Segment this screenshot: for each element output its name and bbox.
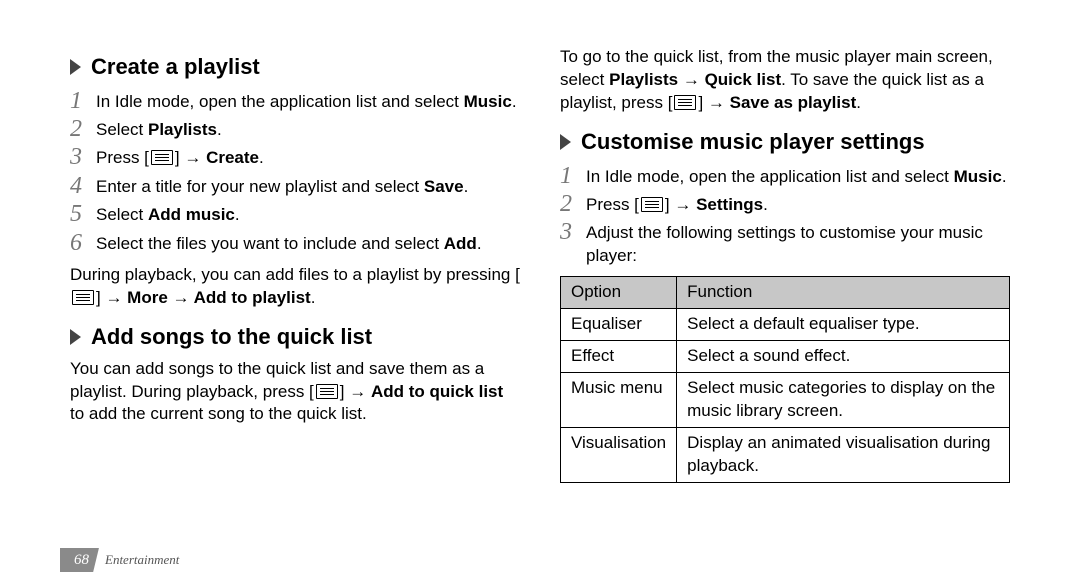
- chevron-right-icon: [560, 134, 571, 150]
- step-number: 2: [560, 191, 586, 217]
- step-body: Select Playlists.: [96, 116, 520, 142]
- table-row: Visualisation Display an animated visual…: [561, 427, 1010, 482]
- table-row: Equaliser Select a default equaliser typ…: [561, 309, 1010, 341]
- heading-text: Customise music player settings: [581, 127, 925, 157]
- left-column: Create a playlist 1 In Idle mode, open t…: [60, 40, 530, 576]
- section-name: Entertainment: [105, 551, 179, 569]
- paragraph-add-during-playback: During playback, you can add files to a …: [70, 264, 520, 310]
- step-body: Press [] → Settings.: [586, 191, 1010, 217]
- table-row: Music menu Select music categories to di…: [561, 372, 1010, 427]
- menu-icon: [151, 150, 173, 165]
- step-body: Enter a title for your new playlist and …: [96, 173, 520, 199]
- table-header-function: Function: [677, 277, 1010, 309]
- cell-option: Effect: [561, 341, 677, 373]
- step: 4 Enter a title for your new playlist an…: [70, 173, 520, 199]
- paragraph-quick-list: You can add songs to the quick list and …: [70, 358, 520, 427]
- cell-function: Select music categories to display on th…: [677, 372, 1010, 427]
- menu-icon: [641, 197, 663, 212]
- step: 1 In Idle mode, open the application lis…: [70, 88, 520, 114]
- step-body: In Idle mode, open the application list …: [586, 163, 1010, 189]
- cell-option: Equaliser: [561, 309, 677, 341]
- step-number: 1: [70, 88, 96, 114]
- step-body: Select Add music.: [96, 201, 520, 227]
- paragraph-goto-quick-list: To go to the quick list, from the music …: [560, 46, 1010, 115]
- step-number: 3: [560, 219, 586, 245]
- cell-option: Music menu: [561, 372, 677, 427]
- steps-create-playlist: 1 In Idle mode, open the application lis…: [70, 88, 520, 256]
- chevron-right-icon: [70, 59, 81, 75]
- step-number: 4: [70, 173, 96, 199]
- cell-function: Select a sound effect.: [677, 341, 1010, 373]
- table-header-row: Option Function: [561, 277, 1010, 309]
- heading-create-playlist: Create a playlist: [70, 52, 520, 82]
- settings-table: Option Function Equaliser Select a defau…: [560, 276, 1010, 483]
- cell-function: Display an animated visualisation during…: [677, 427, 1010, 482]
- menu-icon: [316, 384, 338, 399]
- step-number: 5: [70, 201, 96, 227]
- table-row: Effect Select a sound effect.: [561, 341, 1010, 373]
- step: 6 Select the files you want to include a…: [70, 230, 520, 256]
- step-body: In Idle mode, open the application list …: [96, 88, 520, 114]
- step-number: 1: [560, 163, 586, 189]
- step-body: Select the files you want to include and…: [96, 230, 520, 256]
- table-header-option: Option: [561, 277, 677, 309]
- page-number: 68: [60, 548, 99, 572]
- menu-icon: [72, 290, 94, 305]
- right-column: To go to the quick list, from the music …: [550, 40, 1020, 576]
- chevron-right-icon: [70, 329, 81, 345]
- heading-text: Add songs to the quick list: [91, 322, 372, 352]
- step-number: 2: [70, 116, 96, 142]
- step-body: Adjust the following settings to customi…: [586, 219, 1010, 268]
- step: 5 Select Add music.: [70, 201, 520, 227]
- step-number: 6: [70, 230, 96, 256]
- page-footer: 68 Entertainment: [60, 548, 179, 572]
- step: 3 Press [] → Create.: [70, 144, 520, 170]
- step: 2 Press [] → Settings.: [560, 191, 1010, 217]
- cell-function: Select a default equaliser type.: [677, 309, 1010, 341]
- steps-customise-settings: 1 In Idle mode, open the application lis…: [560, 163, 1010, 269]
- heading-text: Create a playlist: [91, 52, 260, 82]
- step: 2 Select Playlists.: [70, 116, 520, 142]
- step-number: 3: [70, 144, 96, 170]
- cell-option: Visualisation: [561, 427, 677, 482]
- manual-page: Create a playlist 1 In Idle mode, open t…: [0, 0, 1080, 586]
- menu-icon: [674, 95, 696, 110]
- step: 1 In Idle mode, open the application lis…: [560, 163, 1010, 189]
- heading-add-songs-quick-list: Add songs to the quick list: [70, 322, 520, 352]
- step-body: Press [] → Create.: [96, 144, 520, 170]
- step: 3 Adjust the following settings to custo…: [560, 219, 1010, 268]
- heading-customise-settings: Customise music player settings: [560, 127, 1010, 157]
